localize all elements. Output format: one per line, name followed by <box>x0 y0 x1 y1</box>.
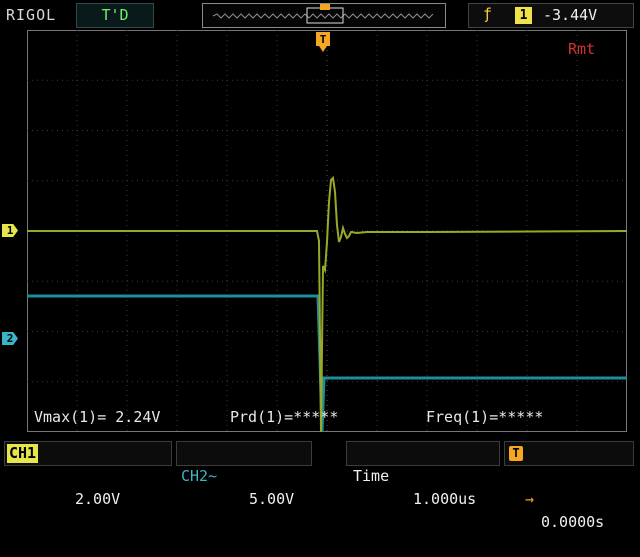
ch2-ground-marker[interactable]: 2 <box>2 332 18 345</box>
measurement-frequency: Freq(1)=***** <box>426 408 544 426</box>
timebase-box[interactable]: Time 1.000us <box>346 441 500 508</box>
time-value: 1.000us <box>413 490 477 508</box>
waveform-display[interactable] <box>27 30 627 432</box>
trigger-panel[interactable]: ƒ 1 -3.44V <box>468 3 634 28</box>
trigger-marker-label: T <box>320 33 327 46</box>
trigger-offset-box[interactable]: T → 0.0000s <box>504 441 634 531</box>
ch2-scale: 5.00V <box>249 490 295 508</box>
trigger-position-marker[interactable]: T <box>316 32 330 52</box>
measurement-period: Prd(1)=***** <box>230 408 339 426</box>
trigger-level: -3.44V <box>543 6 598 24</box>
trigger-source-badge: 1 <box>515 7 532 24</box>
time-label: Time <box>353 467 390 485</box>
ch2-scale-box[interactable]: CH2~ 5.00V <box>176 441 312 508</box>
memory-waveform-icon <box>212 4 434 24</box>
ch2-label: CH2~ <box>181 467 218 485</box>
trigger-status: T'D <box>76 3 154 28</box>
remote-indicator: Rmt <box>568 40 596 58</box>
ch1-ground-marker[interactable]: 1 <box>2 224 18 237</box>
bottom-status-bar: CH1 2.00V CH2~ 5.00V Time 1.000us T → 0.… <box>0 438 640 531</box>
trigger-offset-value: 0.0000s <box>541 513 605 531</box>
brand-label: RIGOL <box>6 6 57 24</box>
ch1-scale: 2.00V <box>75 490 121 508</box>
trigger-offset-icon: T <box>509 446 523 461</box>
ch1-scale-box[interactable]: CH1 2.00V <box>4 441 172 508</box>
top-status-bar: RIGOL T'D ƒ 1 -3.44V <box>0 0 640 30</box>
ch1-label: CH1 <box>7 444 39 463</box>
memory-position-bar <box>202 3 446 28</box>
rising-edge-icon: ƒ <box>483 5 493 23</box>
arrow-right-icon: → <box>525 490 535 508</box>
measurement-vmax: Vmax(1)= 2.24V <box>34 408 161 426</box>
